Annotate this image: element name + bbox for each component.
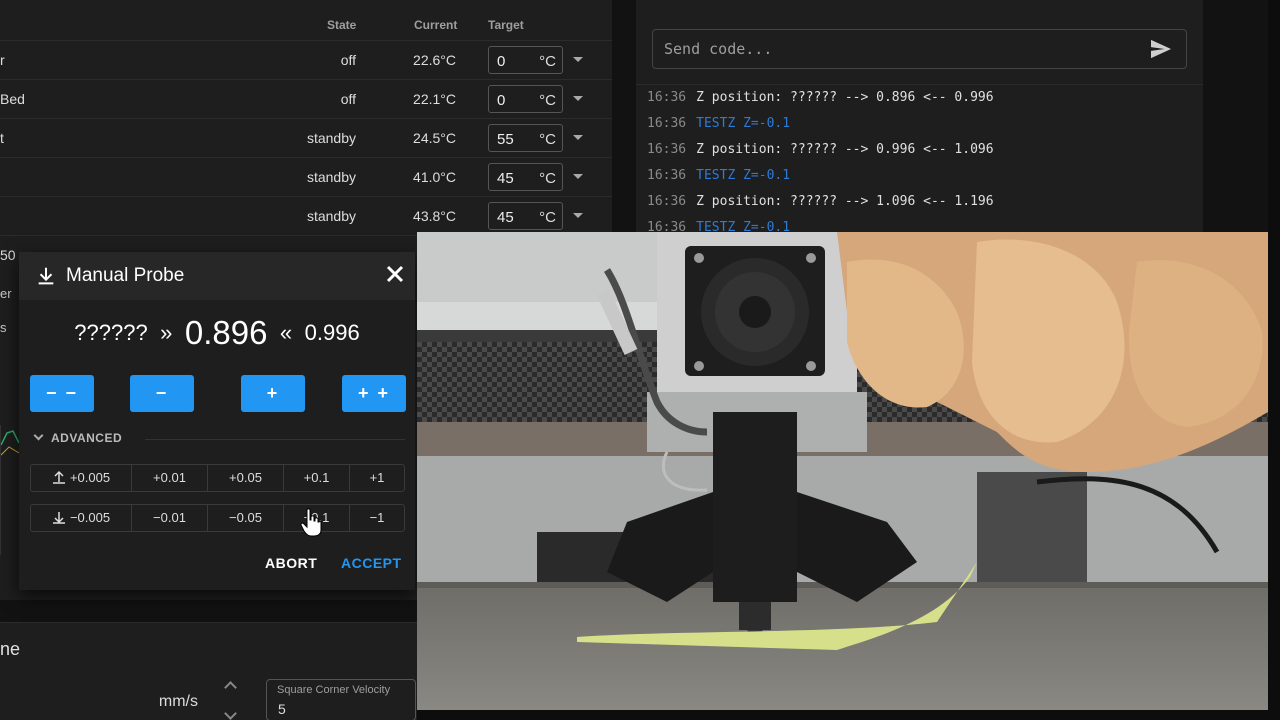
fan-current-temp: 41.0°C — [413, 169, 456, 185]
fan2-current-temp: 43.8°C — [413, 208, 456, 224]
manual-probe-dialog: Manual Probe ?????? » 0.896 « 0.996 − − … — [19, 252, 415, 590]
dialog-header: Manual Probe — [19, 252, 415, 300]
bed-target-input[interactable]: 0 °C — [488, 85, 563, 113]
console-panel: 16:36Z position: ?????? --> 0.896 <-- 0.… — [636, 0, 1203, 235]
lower-001-button[interactable]: −0.01 — [132, 505, 208, 531]
divider — [145, 439, 405, 440]
accept-button[interactable]: ACCEPT — [341, 555, 402, 571]
bisect-up-button[interactable]: + + — [342, 375, 406, 412]
bed-current-temp: 22.1°C — [413, 91, 456, 107]
heater-row: r off 22.6°C 0 °C — [0, 40, 612, 79]
fan2-target-input[interactable]: 45 °C — [488, 202, 563, 230]
chevron-down-icon[interactable] — [224, 707, 237, 720]
bisect-down-button[interactable]: − − — [30, 375, 94, 412]
sensor-current-temp: 24.5°C — [413, 130, 456, 146]
send-icon[interactable] — [1150, 39, 1172, 59]
download-icon — [52, 512, 65, 524]
preset-dropdown-icon[interactable] — [573, 174, 583, 179]
raise-01-button[interactable]: +0.1 — [284, 465, 350, 491]
raise-001-button[interactable]: +0.01 — [132, 465, 208, 491]
raise-0005-button[interactable]: +0.005 — [31, 465, 132, 491]
heater-current-temp: 22.6°C — [413, 52, 456, 68]
console-line: 16:36 Z position: ?????? --> 0.896 <-- 0.… — [647, 90, 994, 105]
machine-panel-title: ne — [0, 639, 21, 659]
fan-state: standby — [306, 169, 356, 185]
lower-steps-group: −0.005 −0.01 −0.05 −0.1 −1 — [30, 504, 405, 532]
probe-lower-bound: ?????? — [74, 320, 148, 345]
probe-position-readout: ?????? » 0.896 « 0.996 — [19, 314, 415, 352]
preset-dropdown-icon[interactable] — [573, 96, 583, 101]
preset-dropdown-icon[interactable] — [573, 135, 583, 140]
fan-target-input[interactable]: 45 °C — [488, 163, 563, 191]
velocity-input[interactable]: mm/s — [0, 683, 212, 720]
current-column-header: Current — [414, 18, 458, 32]
console-divider — [636, 84, 1203, 85]
preset-dropdown-icon[interactable] — [573, 213, 583, 218]
chart-edge — [0, 425, 20, 555]
upload-icon — [52, 470, 65, 484]
chevron-up-icon[interactable] — [224, 681, 237, 694]
arrow-left-icon: « — [279, 320, 293, 345]
sensor-target-input[interactable]: 55 °C — [488, 124, 563, 152]
hand-cursor-icon — [300, 508, 322, 537]
lower-0005-button[interactable]: −0.005 — [31, 505, 132, 531]
probe-current-position: 0.896 — [184, 314, 268, 351]
lower-005-button[interactable]: −0.05 — [208, 505, 284, 531]
sensor-name: t — [0, 130, 4, 146]
chevron-down-icon — [33, 430, 44, 441]
step-down-button[interactable]: − — [130, 375, 194, 412]
fan2-state: standby — [306, 208, 356, 224]
square-corner-velocity-input[interactable]: Square Corner Velocity 5 — [266, 679, 416, 720]
raise-005-button[interactable]: +0.05 — [208, 465, 284, 491]
console-line: 16:36 TESTZ Z=-0.1 — [647, 168, 791, 183]
frame-edge — [1268, 0, 1280, 720]
raise-1-button[interactable]: +1 — [350, 465, 404, 491]
fan-row: standby 41.0°C 45 °C — [0, 157, 612, 196]
arrow-right-icon: » — [160, 320, 173, 345]
close-icon[interactable] — [383, 262, 407, 286]
send-code-input[interactable] — [653, 30, 1143, 68]
console-line: 16:36 TESTZ Z=-0.1 — [647, 116, 791, 131]
heater-target-input[interactable]: 0 °C — [488, 46, 563, 74]
bed-row: Bed off 22.1°C 0 °C — [0, 79, 612, 118]
download-icon — [38, 267, 54, 285]
step-up-button[interactable]: + — [241, 375, 305, 412]
sensor-row: t standby 24.5°C 55 °C — [0, 118, 612, 157]
camera-photo — [417, 232, 1268, 710]
send-code-box — [652, 29, 1187, 69]
abort-button[interactable]: ABORT — [265, 555, 317, 571]
probe-upper-bound: 0.996 — [304, 320, 360, 345]
console-line: 16:36 Z position: ?????? --> 1.096 <-- 1.… — [647, 194, 994, 209]
side-label-fragment: er — [0, 286, 12, 301]
fan2-row: standby 43.8°C 45 °C — [0, 196, 612, 235]
printer-nozzle-image — [417, 232, 1268, 710]
advanced-toggle[interactable]: ADVANCED — [31, 430, 411, 450]
lower-1-button[interactable]: −1 — [350, 505, 404, 531]
partial-row-name: 50 — [0, 247, 16, 263]
console-line: 16:36 Z position: ?????? --> 0.996 <-- 1.… — [647, 142, 994, 157]
frame-edge — [417, 710, 1268, 720]
preset-dropdown-icon[interactable] — [573, 57, 583, 62]
sensor-state: standby — [306, 130, 356, 146]
side-label-fragment: s — [0, 320, 7, 335]
dialog-title: Manual Probe — [66, 265, 185, 286]
velocity-stepper[interactable] — [222, 679, 242, 720]
state-column-header: State — [327, 18, 357, 32]
bed-state: off — [340, 91, 356, 107]
heater-name: r — [0, 52, 5, 68]
raise-steps-group: +0.005 +0.01 +0.05 +0.1 +1 — [30, 464, 405, 492]
target-column-header: Target — [488, 18, 524, 32]
bed-name: Bed — [0, 91, 25, 107]
heater-state: off — [340, 52, 356, 68]
temperature-graph-fragment — [0, 430, 20, 456]
